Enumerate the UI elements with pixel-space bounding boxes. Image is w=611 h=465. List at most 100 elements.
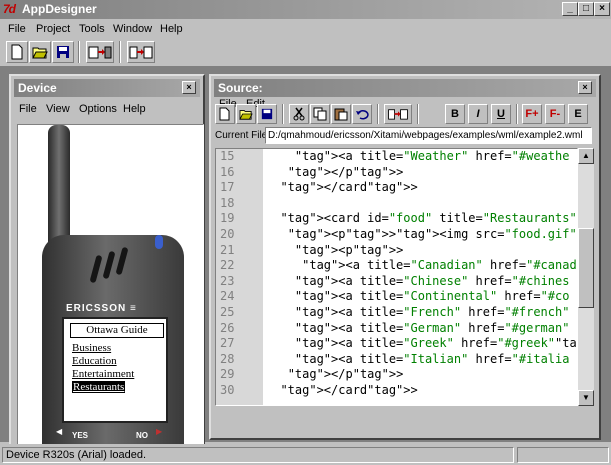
paste-icon[interactable] [331, 104, 351, 124]
line-number: 15 [220, 149, 235, 163]
cut-icon[interactable] [289, 104, 309, 124]
source-editor[interactable]: 15 16 17 18 19 20 21 22 23 24 25 26 27 28 29 30 "tag"><… [215, 148, 578, 406]
open-folder-icon[interactable] [29, 41, 51, 63]
status-bar: Device R320s (Arial) loaded. [0, 444, 611, 465]
app-title-bar[interactable]: 7d AppDesigner _ □ × [0, 0, 611, 19]
line-number: 17 [220, 180, 235, 195]
menu-project[interactable]: Project [36, 23, 70, 35]
copy-icon[interactable] [310, 104, 330, 124]
scroll-down-arrow-icon[interactable]: ▼ [578, 390, 594, 406]
main-toolbar [2, 39, 609, 65]
deploy-source-icon[interactable] [127, 41, 155, 63]
line-number-gutter: 15 16 17 18 19 20 21 22 23 24 25 26 27 28 29 30 [216, 149, 263, 405]
mdi-workspace: Device × File View Options Help ERICSSON… [0, 66, 611, 450]
phone-screen: Ottawa Guide Business Education Entertai… [62, 317, 168, 423]
screen-title: Ottawa Guide [70, 323, 164, 338]
line-number: 27 [220, 336, 235, 351]
menu-help[interactable]: Help [160, 23, 183, 35]
scroll-thumb[interactable] [578, 228, 594, 308]
device-menu-options[interactable]: Options [79, 103, 117, 115]
phone-left-arrow-icon[interactable]: ◀ [56, 427, 62, 436]
device-close-button[interactable]: × [182, 81, 196, 94]
font-larger-button[interactable]: F+ [522, 104, 542, 124]
toolbar-separator [78, 41, 80, 63]
toolbar-separator [119, 41, 121, 63]
current-file-label: Current File: [215, 130, 271, 141]
device-window-title: Device [18, 81, 57, 95]
source-open-icon[interactable] [236, 104, 256, 124]
source-close-button[interactable]: × [578, 81, 592, 94]
source-toolbar-separator [417, 104, 419, 124]
emphasis-button[interactable]: E [568, 104, 588, 124]
screen-link-restaurants[interactable]: Restaurants [72, 381, 126, 393]
line-number: 28 [220, 351, 235, 366]
line-number: 29 [220, 367, 235, 382]
line-number: 25 [220, 305, 235, 319]
code-line[interactable]: "tag"><a title="Greek" href="#greek""tag… [266, 336, 577, 350]
code-line[interactable]: "tag"></card"tag">> [266, 383, 417, 397]
line-number: 21 [220, 242, 235, 257]
menu-window[interactable]: Window [113, 23, 152, 35]
underline-button[interactable]: U [491, 104, 511, 124]
screen-link-business[interactable]: Business [72, 342, 111, 354]
device-emulator-view: ERICSSON ≡ Ottawa Guide Business Educati… [17, 124, 204, 446]
code-line[interactable]: "tag"><p"tag">>"tag"><img src="food.gif"… [266, 227, 577, 241]
line-number: 22 [220, 258, 235, 273]
current-file-field[interactable]: D:/qmahmoud/ericsson/Xitami/webpages/exa… [265, 127, 592, 144]
close-button[interactable]: × [594, 2, 610, 16]
device-menu-file[interactable]: File [19, 103, 37, 115]
line-number: 16 [220, 164, 235, 179]
save-icon[interactable] [52, 41, 74, 63]
code-line[interactable]: "tag"></p"tag">> [266, 165, 404, 179]
phone-no-key[interactable]: NO [136, 431, 148, 440]
source-deploy-icon[interactable] [384, 104, 412, 124]
source-toolbar-separator [377, 104, 379, 124]
minimize-button[interactable]: _ [562, 2, 578, 16]
bold-button[interactable]: B [445, 104, 465, 124]
deploy-to-device-icon[interactable] [86, 41, 114, 63]
device-window: Device × File View Options Help ERICSSON… [9, 74, 205, 450]
phone-antenna [48, 125, 70, 245]
device-menu-help[interactable]: Help [123, 103, 146, 115]
phone-yes-key[interactable]: YES [72, 431, 88, 440]
code-line[interactable]: "tag"><a title="Continental" href="#co [266, 289, 570, 303]
status-pane [517, 447, 609, 463]
code-line[interactable]: "tag"><card id="food" title="Restaurants… [266, 211, 577, 225]
scroll-up-arrow-icon[interactable]: ▲ [578, 148, 594, 164]
source-window-title: Source: [218, 81, 263, 95]
code-line[interactable]: "tag"><a title="Italian" href="#italia [266, 352, 570, 366]
screen-link-education[interactable]: Education [72, 355, 117, 367]
code-line[interactable]: "tag"><a title="French" href="#french" [266, 305, 570, 319]
maximize-button[interactable]: □ [578, 2, 594, 16]
line-number: 23 [220, 273, 235, 288]
code-line[interactable]: "tag"><a title="Chinese" href="#chines [266, 274, 570, 288]
code-line[interactable]: "tag"><a title="Weather" href="#weathe [266, 149, 570, 163]
italic-button[interactable]: I [468, 104, 488, 124]
device-window-title-bar[interactable]: Device × [14, 79, 200, 97]
line-number: 19 [220, 211, 235, 226]
vertical-scrollbar[interactable]: ▲ ▼ [578, 148, 594, 406]
screen-link-entertainment[interactable]: Entertainment [72, 368, 134, 380]
source-toolbar-separator [282, 104, 284, 124]
code-line[interactable]: "tag"><a title="Canadian" href="#canad [266, 258, 577, 272]
source-new-icon[interactable] [215, 104, 235, 124]
undo-icon[interactable] [352, 104, 372, 124]
source-save-icon[interactable] [257, 104, 277, 124]
phone-brand: ERICSSON ≡ [66, 303, 137, 314]
app-logo-icon: 7d [3, 2, 16, 16]
source-window: Source: × File Edit [209, 74, 601, 440]
phone-hangup-icon[interactable]: ▶ [156, 427, 162, 436]
font-smaller-button[interactable]: F- [545, 104, 565, 124]
code-line[interactable]: "tag"></card"tag">> [266, 180, 417, 194]
code-line[interactable]: "tag"><p"tag">> [266, 243, 403, 257]
device-menu-view[interactable]: View [46, 103, 70, 115]
menu-file[interactable]: File [8, 23, 26, 35]
main-menubar: File Project Tools Window Help [0, 20, 611, 38]
code-line[interactable]: "tag"><a title="German" href="#german" [266, 321, 570, 335]
menu-tools[interactable]: Tools [79, 23, 105, 35]
new-file-icon[interactable] [6, 41, 28, 63]
code-line[interactable]: "tag"></p"tag">> [266, 367, 404, 381]
line-number: 30 [220, 383, 235, 397]
source-window-title-bar[interactable]: Source: × [214, 79, 596, 97]
app-title: AppDesigner [22, 2, 97, 16]
